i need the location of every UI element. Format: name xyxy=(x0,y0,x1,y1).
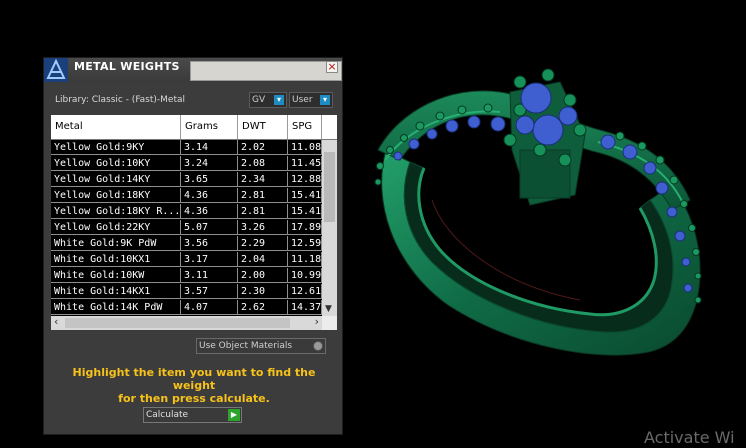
gv-dropdown[interactable]: GV ▾ xyxy=(249,92,287,108)
table-row[interactable]: Yellow Gold:9KY 3.14 2.02 11.08 xyxy=(51,140,322,156)
close-button[interactable]: × xyxy=(326,61,338,73)
cell-spg: 17.89 xyxy=(288,220,322,235)
cell-metal: White Gold:10KX1 xyxy=(51,252,181,267)
cell-dwt: 3.26 xyxy=(238,220,288,235)
cell-dwt: 2.81 xyxy=(238,188,288,203)
cell-spg: 10.99 xyxy=(288,268,322,283)
cell-dwt: 2.02 xyxy=(238,140,288,155)
vertical-scroll-thumb[interactable] xyxy=(324,152,335,222)
cell-grams: 3.24 xyxy=(181,156,238,171)
table-row[interactable]: Yellow Gold:22KY 5.07 3.26 17.89 xyxy=(51,220,322,236)
radio-icon[interactable] xyxy=(313,341,323,351)
cell-grams: 3.57 xyxy=(181,284,238,299)
vertical-scrollbar[interactable]: ▼ xyxy=(322,140,337,316)
metal-table: Metal Grams DWT SPG Yellow Gold:9KY 3.14 2… xyxy=(51,115,337,330)
scroll-down-icon[interactable]: ▼ xyxy=(325,304,332,314)
table-row[interactable]: Yellow Gold:10KY 3.24 2.08 11.45 xyxy=(51,156,322,172)
cell-grams: 3.56 xyxy=(181,236,238,251)
cell-grams: 3.65 xyxy=(181,172,238,187)
gv-dropdown-value: GV xyxy=(252,95,266,105)
cell-metal: Yellow Gold:18KY R... xyxy=(51,204,181,219)
scroll-right-icon[interactable]: › xyxy=(315,315,319,328)
column-header-spg[interactable]: SPG xyxy=(288,115,322,139)
column-header-metal[interactable]: Metal xyxy=(51,115,181,139)
cell-dwt: 2.04 xyxy=(238,252,288,267)
table-row[interactable]: White Gold:10KX1 3.17 2.04 11.18 xyxy=(51,252,322,268)
dropdown-arrow-icon: ▾ xyxy=(274,95,284,105)
cell-spg: 15.41 xyxy=(288,204,322,219)
cell-spg: 14.37 xyxy=(288,300,322,315)
cell-spg: 11.18 xyxy=(288,252,322,267)
app-logo-icon xyxy=(44,58,68,82)
table-row[interactable]: Yellow Gold:14KY 3.65 2.34 12.88 xyxy=(51,172,322,188)
table-row[interactable]: White Gold:14K PdW 4.07 2.62 14.37 xyxy=(51,300,322,316)
cell-metal: White Gold:14K PdW xyxy=(51,300,181,315)
panel-title: METAL WEIGHTS xyxy=(74,60,180,73)
cell-dwt: 2.34 xyxy=(238,172,288,187)
column-header-dwt[interactable]: DWT xyxy=(238,115,288,139)
use-object-materials-label: Use Object Materials xyxy=(199,341,293,351)
cell-dwt: 2.29 xyxy=(238,236,288,251)
cell-spg: 15.41 xyxy=(288,188,322,203)
cell-grams: 4.36 xyxy=(181,188,238,203)
calculate-label: Calculate xyxy=(146,410,189,420)
table-row[interactable]: White Gold:10KW 3.11 2.00 10.99 xyxy=(51,268,322,284)
user-dropdown-value: User xyxy=(292,95,313,105)
metal-weights-panel: METAL WEIGHTS × Library: Classic - (Fast… xyxy=(43,57,343,435)
use-object-materials-option[interactable]: Use Object Materials xyxy=(196,338,326,354)
cell-spg: 12.88 xyxy=(288,172,322,187)
cell-metal: Yellow Gold:9KY xyxy=(51,140,181,155)
cell-metal: Yellow Gold:10KY xyxy=(51,156,181,171)
cell-metal: White Gold:10KW xyxy=(51,268,181,283)
activate-windows-watermark: Activate Wi xyxy=(644,428,735,447)
dropdown-arrow-icon: ▾ xyxy=(320,95,330,105)
instruction-text: Highlight the item you want to find the … xyxy=(54,366,334,405)
cell-grams: 4.36 xyxy=(181,204,238,219)
cell-metal: Yellow Gold:22KY xyxy=(51,220,181,235)
cell-metal: Yellow Gold:18KY xyxy=(51,188,181,203)
cell-spg: 11.45 xyxy=(288,156,322,171)
cell-dwt: 2.81 xyxy=(238,204,288,219)
column-header-grams[interactable]: Grams xyxy=(181,115,238,139)
scroll-left-icon[interactable]: ‹ xyxy=(54,315,58,328)
table-header: Metal Grams DWT SPG xyxy=(51,115,337,140)
table-row[interactable]: White Gold:9K PdW 3.56 2.29 12.59 xyxy=(51,236,322,252)
cell-grams: 4.07 xyxy=(181,300,238,315)
cell-grams: 3.17 xyxy=(181,252,238,267)
horizontal-scrollbar[interactable]: ‹ › xyxy=(51,315,322,330)
cell-metal: Yellow Gold:14KY xyxy=(51,172,181,187)
cell-grams: 3.11 xyxy=(181,268,238,283)
scroll-corner xyxy=(322,316,337,330)
cell-dwt: 2.62 xyxy=(238,300,288,315)
table-body: Yellow Gold:9KY 3.14 2.02 11.08 Yellow Gold:… xyxy=(51,140,337,316)
cell-grams: 5.07 xyxy=(181,220,238,235)
play-icon: ▶ xyxy=(228,409,240,421)
cell-spg: 11.08 xyxy=(288,140,322,155)
table-row[interactable]: Yellow Gold:18KY R... 4.36 2.81 15.41 xyxy=(51,204,322,220)
panel-title-bar[interactable]: METAL WEIGHTS × xyxy=(44,58,342,82)
user-dropdown[interactable]: User ▾ xyxy=(289,92,333,108)
cell-dwt: 2.30 xyxy=(238,284,288,299)
library-label: Library: Classic - (Fast)-Metal xyxy=(55,95,186,105)
cell-dwt: 2.00 xyxy=(238,268,288,283)
cell-dwt: 2.08 xyxy=(238,156,288,171)
table-row[interactable]: Yellow Gold:18KY 4.36 2.81 15.41 xyxy=(51,188,322,204)
table-row[interactable]: White Gold:14KX1 3.57 2.30 12.61 xyxy=(51,284,322,300)
calculate-button[interactable]: Calculate ▶ xyxy=(143,407,242,423)
instruction-line-1: Highlight the item you want to find the … xyxy=(72,366,316,392)
cell-metal: White Gold:14KX1 xyxy=(51,284,181,299)
cell-spg: 12.61 xyxy=(288,284,322,299)
cell-metal: White Gold:9K PdW xyxy=(51,236,181,251)
cell-grams: 3.14 xyxy=(181,140,238,155)
horizontal-scroll-thumb[interactable] xyxy=(65,318,290,328)
cell-spg: 12.59 xyxy=(288,236,322,251)
title-tab-area xyxy=(190,61,342,81)
instruction-line-2: for then press calculate. xyxy=(118,392,270,405)
